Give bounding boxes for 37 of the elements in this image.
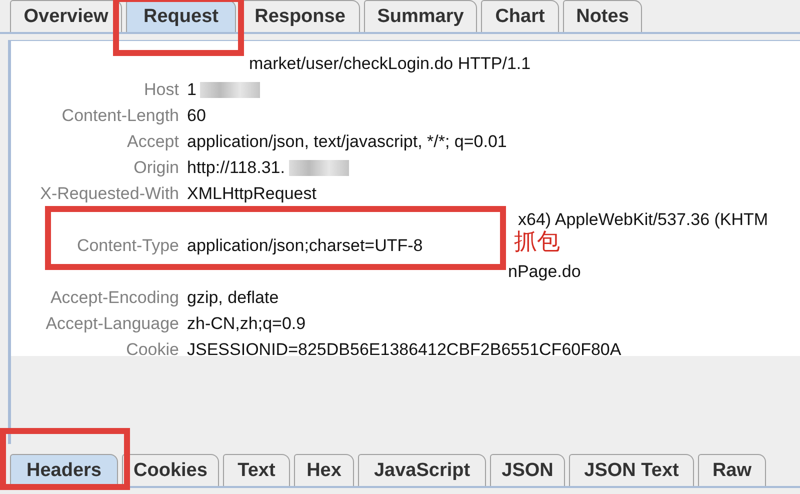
tab[interactable]: Headers	[10, 454, 118, 486]
tab[interactable]: Request	[126, 0, 236, 32]
header-value: x64) AppleWebKit/537.36 (KHTM	[518, 210, 768, 230]
header-value: gzip, deflate	[187, 288, 279, 308]
header-value: XMLHttpRequest	[187, 184, 316, 204]
header-name: Host	[143, 80, 180, 100]
tab[interactable]: Text	[223, 454, 290, 486]
header-name: Content-Length	[60, 106, 180, 126]
tab[interactable]: Raw	[698, 454, 766, 486]
tab[interactable]: Notes	[563, 0, 642, 32]
header-value: market/user/checkLogin.do HTTP/1.1	[249, 54, 531, 74]
tab[interactable]: Chart	[481, 0, 559, 32]
header-value: 60	[187, 106, 206, 126]
header-name: Accept	[126, 132, 180, 152]
header-name: Cookie	[125, 340, 180, 360]
header-value: 1	[187, 80, 196, 100]
header-value: application/json;charset=UTF-8	[187, 236, 423, 256]
header-value: application/json, text/javascript, */*; q=0.01	[187, 132, 507, 152]
tab[interactable]: JSON	[490, 454, 565, 486]
tab[interactable]: Hex	[294, 454, 354, 486]
header-value: http://118.31.	[187, 158, 285, 178]
header-value: nPage.do	[508, 262, 581, 282]
header-name: X-Requested-With	[39, 184, 180, 204]
tab[interactable]: Cookies	[122, 454, 219, 486]
header-name: Content-Type	[76, 236, 180, 256]
header-name: Accept-Language	[44, 314, 180, 334]
tab[interactable]: Overview	[10, 0, 122, 32]
redacted-block	[288, 160, 349, 176]
header-value: zh-CN,zh;q=0.9	[187, 314, 306, 334]
header-name: Origin	[132, 158, 180, 178]
tab[interactable]: JSON Text	[569, 454, 694, 486]
annotation-note: 抓包	[514, 228, 560, 257]
tab[interactable]: JavaScript	[358, 454, 486, 486]
header-name: Accept-Encoding	[49, 288, 180, 308]
header-value: JSESSIONID=825DB56E1386412CBF2B6551CF60F80A	[187, 340, 622, 360]
tab[interactable]: Summary	[364, 0, 477, 32]
redacted-block	[200, 82, 260, 98]
